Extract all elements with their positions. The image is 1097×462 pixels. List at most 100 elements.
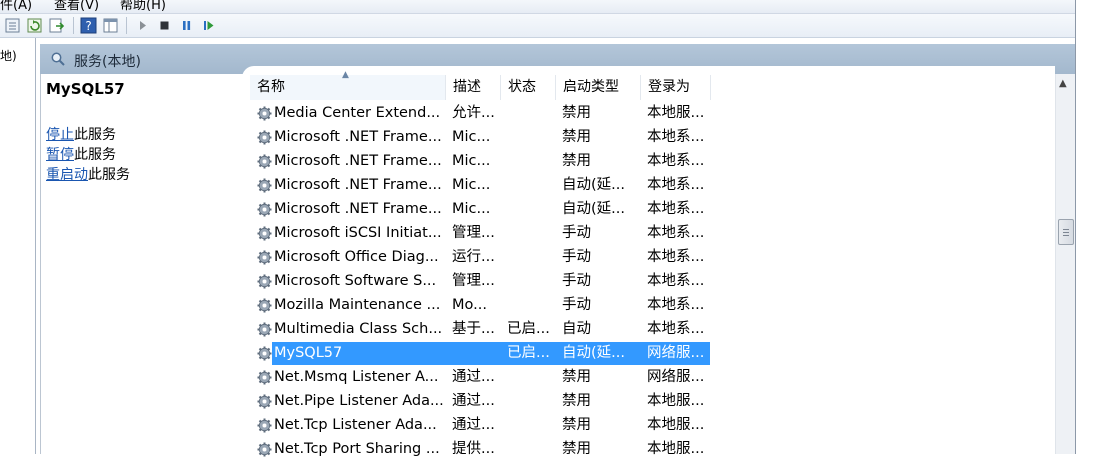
service-gear-icon [256, 441, 273, 458]
console-tree-icon[interactable] [4, 17, 21, 34]
pause-service-link[interactable]: 暂停 [46, 147, 74, 163]
service-startup-type-cell: 自动(延... [562, 177, 625, 193]
start-icon[interactable] [134, 17, 151, 34]
service-gear-icon [256, 177, 273, 194]
table-row[interactable]: Net.Tcp Listener Ada... 通过... 禁用 本地服... [253, 414, 713, 437]
table-row[interactable]: Microsoft Software S... 管理... 手动 本地系... [253, 270, 713, 293]
table-row[interactable]: Net.Pipe Listener Ada... 通过... 禁用 本地服... [253, 390, 713, 413]
column-header-label: 名称 [257, 79, 285, 95]
service-status-cell [507, 270, 555, 293]
table-row[interactable]: Microsoft iSCSI Initiat... 管理... 手动 本地系... [253, 222, 713, 245]
service-name-cell: Microsoft .NET Frame... [274, 129, 442, 145]
stop-icon[interactable] [156, 17, 173, 34]
export-icon[interactable] [48, 17, 65, 34]
service-logon-cell: 本地系... [647, 297, 705, 313]
service-status-cell: 已启... [507, 321, 550, 337]
service-logon-cell: 本地系... [647, 225, 705, 241]
service-startup-type-cell: 禁用 [562, 393, 591, 409]
service-name-cell: Microsoft .NET Frame... [274, 177, 442, 193]
service-startup-type-cell: 禁用 [562, 105, 591, 121]
service-gear-icon [256, 129, 273, 146]
column-header-startup-type[interactable]: 启动类型 [556, 75, 641, 100]
column-header-label: 登录为 [648, 79, 690, 95]
menu-file[interactable]: 件(A) [0, 0, 32, 13]
service-gear-icon [256, 393, 273, 410]
thumb-grip [1063, 235, 1069, 236]
service-status-cell [507, 222, 555, 245]
service-description-cell: Mo... [452, 297, 487, 313]
column-header-row: ▲ 名称 描述 状态 启动类型 登录为 [250, 70, 1055, 100]
service-gear-icon [256, 273, 273, 290]
column-header-name[interactable]: ▲ 名称 [250, 70, 446, 100]
refresh-icon[interactable] [26, 17, 43, 34]
toolbar: ? [0, 14, 1075, 38]
table-row[interactable]: Net.Msmq Listener A... 通过... 禁用 网络服... [253, 366, 713, 389]
column-header-logon-as[interactable]: 登录为 [641, 75, 711, 100]
table-row[interactable]: Microsoft .NET Frame... Mic... 自动(延... 本地系.… [253, 174, 713, 197]
service-description-cell: 管理... [452, 225, 495, 241]
column-header-label: 状态 [508, 79, 536, 95]
service-status-cell [507, 390, 555, 413]
column-header-description[interactable]: 描述 [446, 75, 501, 100]
action-suffix: 此服务 [74, 127, 116, 143]
console-tree-label: 地) [0, 49, 17, 63]
help-icon[interactable]: ? [80, 17, 97, 34]
service-logon-cell: 本地系... [647, 129, 705, 145]
scrollbar-thumb[interactable] [1058, 219, 1074, 245]
thumb-grip [1063, 232, 1069, 233]
service-gear-icon [256, 249, 273, 266]
service-status-cell [507, 294, 555, 317]
column-header-status[interactable]: 状态 [501, 75, 556, 100]
service-startup-type-cell: 禁用 [562, 441, 591, 457]
service-description-cell: 通过... [452, 417, 495, 433]
service-startup-type-cell: 自动(延... [562, 201, 625, 217]
service-status-cell: 已启... [507, 345, 550, 361]
service-logon-cell: 网络服... [647, 345, 705, 361]
menu-help[interactable]: 帮助(H) [120, 0, 166, 13]
service-description-cell: 管理... [452, 273, 495, 289]
restart-service-link[interactable]: 重启动 [46, 167, 88, 183]
service-startup-type-cell: 禁用 [562, 129, 591, 145]
service-name-cell: Multimedia Class Sch... [274, 321, 443, 337]
table-row[interactable]: Multimedia Class Sch... 基于... 已启... 自动 本地系..… [253, 318, 713, 341]
vertical-scrollbar[interactable]: ▲ [1055, 74, 1075, 454]
console-tree-pane[interactable]: 地) [0, 38, 36, 454]
service-startup-type-cell: 手动 [562, 225, 591, 241]
service-name-cell: Net.Tcp Port Sharing ... [274, 441, 440, 457]
service-startup-type-cell: 手动 [562, 249, 591, 265]
table-row-selected[interactable]: MySQL57 已启... 自动(延... 网络服... [272, 342, 710, 365]
service-description-cell: Mic... [452, 153, 491, 169]
service-gear-icon [256, 321, 273, 338]
service-detail-pane: MySQL57 停止此服务 暂停此服务 重启动此服务 [40, 74, 250, 454]
scroll-up-icon[interactable]: ▲ [1059, 78, 1067, 89]
table-row[interactable]: Microsoft .NET Frame... Mic... 自动(延... 本地系.… [253, 198, 713, 221]
table-row[interactable]: Net.Tcp Port Sharing ... 提供... 禁用 本地服... [253, 438, 713, 461]
table-row[interactable]: Media Center Extend... 允许... 禁用 本地服... [253, 102, 713, 125]
service-gear-icon [256, 105, 273, 122]
service-logon-cell: 网络服... [647, 369, 705, 385]
service-status-cell [507, 174, 555, 197]
service-status-cell [507, 438, 555, 461]
thumb-grip [1063, 229, 1069, 230]
service-name-cell: MySQL57 [274, 345, 343, 361]
restart-service-action: 重启动此服务 [46, 164, 130, 184]
toolbar-separator [73, 17, 74, 34]
service-startup-type-cell: 禁用 [562, 417, 591, 433]
menu-view[interactable]: 查看(V) [54, 0, 99, 13]
service-logon-cell: 本地系... [647, 153, 705, 169]
service-name-cell: Microsoft Office Diag... [274, 249, 439, 265]
view-icon[interactable] [102, 17, 119, 34]
table-row[interactable]: Microsoft .NET Frame... Mic... 禁用 本地系... [253, 126, 713, 149]
table-row[interactable]: Microsoft .NET Frame... Mic... 禁用 本地系... [253, 150, 713, 173]
service-description-cell [452, 342, 500, 365]
service-description-cell: 基于... [452, 321, 495, 337]
service-status-cell [507, 198, 555, 221]
service-status-cell [507, 150, 555, 173]
table-row[interactable]: Microsoft Office Diag... 运行... 手动 本地系... [253, 246, 713, 269]
stop-service-link[interactable]: 停止 [46, 127, 74, 143]
table-row[interactable]: Mozilla Maintenance ... Mo... 手动 本地系... [253, 294, 713, 317]
pause-icon[interactable] [178, 17, 195, 34]
service-description-cell: 通过... [452, 393, 495, 409]
service-gear-icon [256, 369, 273, 386]
restart-icon[interactable] [200, 17, 217, 34]
